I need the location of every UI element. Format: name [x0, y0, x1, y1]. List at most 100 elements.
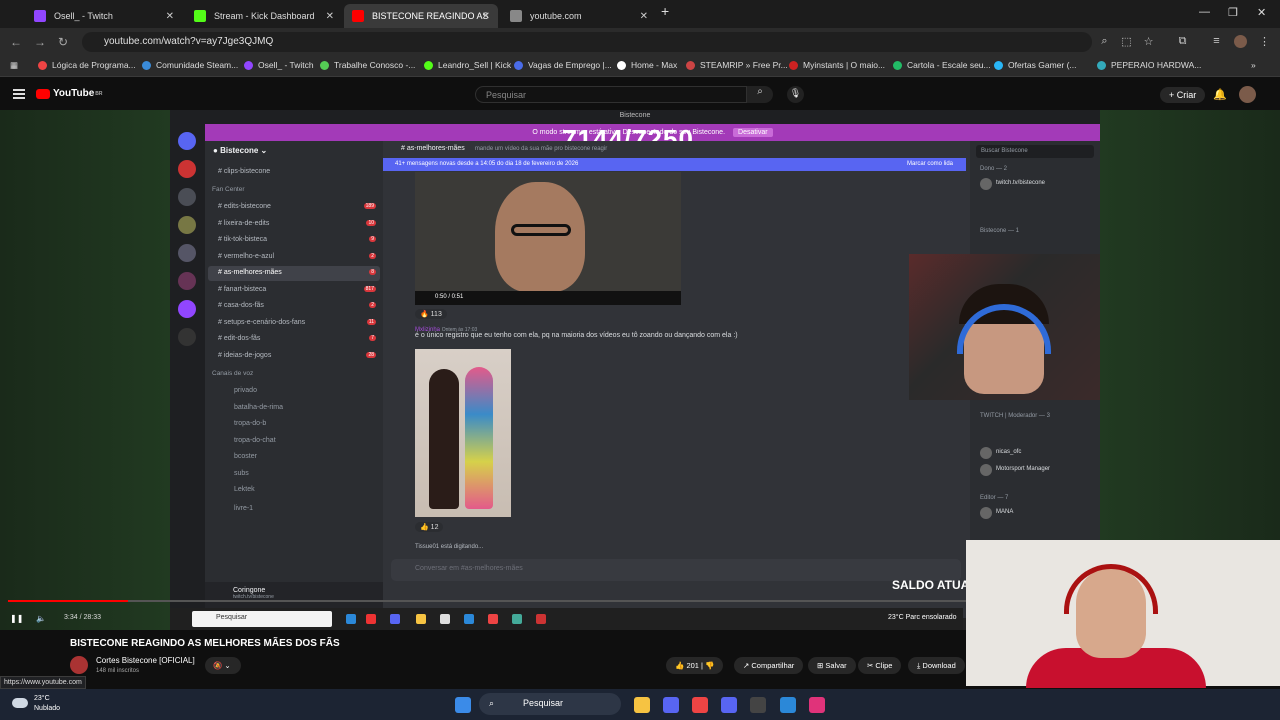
image-attachment[interactable] — [415, 349, 511, 517]
app-icon[interactable] — [809, 697, 825, 713]
member-item[interactable]: MANA — [980, 506, 1095, 520]
member-item[interactable]: Motorsport Manager — [980, 463, 1095, 477]
app-icon[interactable] — [780, 697, 796, 713]
bookmark-11[interactable]: Ofertas Gamer (... — [994, 60, 1077, 70]
channel-item[interactable]: # ideias-de-jogos 28 — [208, 349, 380, 364]
bookmark-3[interactable]: Osell_ - Twitch — [244, 60, 314, 70]
server-icon[interactable] — [178, 300, 196, 318]
forward-icon[interactable]: → — [34, 35, 46, 49]
voice-channel[interactable]: Lektek — [208, 483, 380, 498]
avatar[interactable] — [1239, 86, 1256, 103]
extensions-icon[interactable]: ⧉ — [1176, 35, 1189, 48]
bell-icon[interactable]: 🔔 — [1213, 88, 1227, 101]
server-icon[interactable] — [178, 188, 196, 206]
server-icon[interactable] — [178, 160, 196, 178]
channel-name[interactable]: Cortes Bistecone [OFICIAL] — [96, 656, 195, 665]
tab-youtube[interactable]: youtube.com ✕ — [502, 4, 656, 28]
reload-icon[interactable]: ↻ — [58, 35, 68, 49]
category-label[interactable]: Fan Center — [212, 186, 245, 193]
back-icon[interactable]: ← — [10, 35, 22, 49]
hamburger-icon[interactable] — [13, 89, 25, 99]
search-input[interactable]: Pesquisar — [475, 86, 747, 103]
channel-avatar[interactable] — [70, 656, 88, 674]
server-icon[interactable] — [178, 216, 196, 234]
message-input[interactable]: Conversar em #as-melhores-mães — [391, 559, 961, 581]
zoom-icon[interactable]: ⌕ — [1098, 35, 1111, 48]
bookmark-8[interactable]: STEAMRIP » Free Pr... — [686, 60, 788, 70]
minimize-icon[interactable]: — — [1199, 6, 1210, 18]
discord-icon[interactable] — [663, 697, 679, 713]
bookmark-7[interactable]: Home - Max — [617, 60, 677, 70]
youtube-logo[interactable]: YouTube BR — [36, 88, 103, 99]
voice-channel[interactable]: tropa-do-chat — [208, 434, 380, 449]
channel-clips[interactable]: # clips-bistecone — [208, 165, 380, 180]
profile-avatar[interactable] — [1234, 35, 1247, 48]
bookmark-2[interactable]: Comunidade Steam... — [142, 60, 238, 70]
install-icon[interactable]: ⬚ — [1120, 35, 1133, 48]
voice-channel[interactable]: livre-1 — [208, 502, 380, 517]
close-window-icon[interactable]: ✕ — [1257, 6, 1266, 19]
disable-button[interactable]: Desativar — [733, 128, 773, 137]
save-button[interactable]: ⊞ Salvar — [808, 657, 856, 674]
share-button[interactable]: ↗ Compartilhar — [734, 657, 804, 674]
channel-item[interactable]: # setups-e-cenário-dos-fans 11 — [208, 316, 380, 331]
create-button[interactable]: + Criar — [1160, 87, 1206, 103]
video-attachment[interactable] — [415, 172, 681, 303]
channel-item[interactable]: # edit-dos-fãs 7 — [208, 332, 380, 347]
windows-start-icon[interactable] — [455, 697, 471, 713]
new-tab-icon[interactable]: + — [661, 3, 669, 19]
channel-item[interactable]: # casa-dos-fãs 2 — [208, 299, 380, 314]
channel-item-selected[interactable]: # as-melhores-mães 8 — [208, 266, 380, 281]
tab-youtube-video[interactable]: BISTECONE REAGINDO AS ✕ — [344, 4, 498, 28]
server-icon[interactable] — [178, 244, 196, 262]
volume-icon[interactable]: 🔈 — [36, 614, 46, 623]
voice-channel[interactable]: tropa-do-b — [208, 417, 380, 432]
close-icon[interactable]: ✕ — [482, 11, 490, 22]
server-name[interactable]: ● Bistecone ⌄ — [213, 146, 267, 155]
bookmark-10[interactable]: Cartola - Escale seu... — [893, 60, 991, 70]
bookmark-1[interactable]: Lógica de Programa... — [38, 60, 136, 70]
close-icon[interactable]: ✕ — [640, 11, 648, 22]
bookmark-4[interactable]: Trabalhe Conosco -... — [320, 60, 415, 70]
tab-twitch[interactable]: Osell_ - Twitch ✕ — [26, 4, 182, 28]
progress-bar[interactable] — [8, 600, 970, 602]
channel-item[interactable]: # vermelho-e-azul 2 — [208, 250, 380, 265]
close-icon[interactable]: ✕ — [166, 11, 174, 22]
apps-icon[interactable]: ▦ — [10, 60, 18, 71]
chrome-icon[interactable] — [692, 697, 708, 713]
channel-item[interactable]: # tik-tok-bisteca 9 — [208, 233, 380, 248]
search-icon[interactable]: ⌕ — [747, 86, 773, 103]
maximize-icon[interactable]: ❐ — [1228, 6, 1238, 19]
download-button[interactable]: ⤓ Download — [908, 657, 965, 674]
reaction-fire[interactable]: 🔥 113 — [415, 309, 447, 319]
member-search-input[interactable]: Buscar Bistecone — [976, 145, 1094, 158]
channel-item[interactable]: # fanart-bisteca 817 — [208, 283, 380, 298]
voice-channel[interactable]: privado — [208, 384, 380, 399]
voice-channel[interactable]: batalha-de-rima — [208, 401, 380, 416]
tab-kick[interactable]: Stream - Kick Dashboard ✕ — [186, 4, 342, 28]
kebab-menu-icon[interactable]: ⋮ — [1258, 35, 1271, 48]
weather-widget[interactable]: 23°C Nublado — [34, 694, 60, 714]
pause-icon[interactable]: ❚❚ — [10, 614, 23, 623]
like-button[interactable]: 👍 201 | 👎 — [666, 657, 724, 674]
voice-channel[interactable]: subs — [208, 467, 380, 482]
url-field[interactable]: youtube.com/watch?v=ay7Jge3QJMQ — [82, 32, 1092, 52]
close-icon[interactable]: ✕ — [326, 11, 334, 22]
microphone-icon[interactable]: 🎙 — [787, 86, 804, 103]
bookmark-6[interactable]: Vagas de Emprego |... — [514, 60, 612, 70]
server-icon[interactable] — [178, 272, 196, 290]
steam-icon[interactable] — [750, 697, 766, 713]
category-label[interactable]: Canais de voz — [212, 370, 253, 377]
more-bookmarks-icon[interactable]: » — [1251, 60, 1256, 70]
member-item[interactable]: nicas_ofc — [980, 446, 1095, 460]
member-item[interactable]: twitch.tv/bistecone — [980, 177, 1095, 191]
file-explorer-icon[interactable] — [634, 697, 650, 713]
subscribed-bell-button[interactable]: 🔕 ⌄ — [205, 657, 241, 674]
clip-button[interactable]: ✂ Clipe — [858, 657, 902, 674]
star-icon[interactable]: ☆ — [1142, 35, 1155, 48]
server-icon[interactable] — [178, 132, 196, 150]
bookmark-5[interactable]: Leandro_Sell | Kick — [424, 60, 511, 70]
taskbar-search[interactable]: ⌕ Pesquisar — [479, 693, 621, 715]
mark-read-button[interactable]: Marcar como lida — [907, 161, 953, 167]
app-icon[interactable] — [721, 697, 737, 713]
